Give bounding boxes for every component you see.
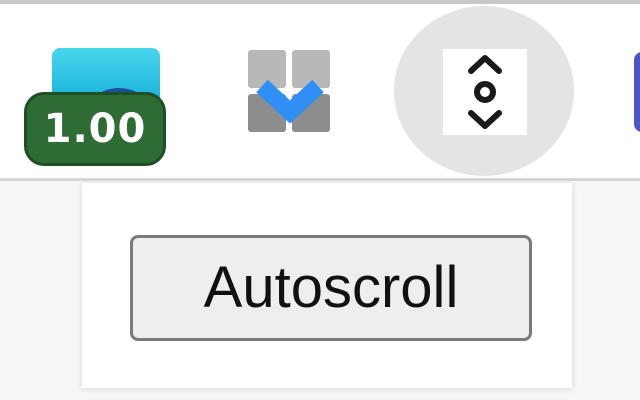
autoscroll-button[interactable]: Autoscroll: [130, 235, 532, 341]
extension-badge: 1.00: [24, 92, 166, 166]
autoscroll-icon: [468, 55, 502, 129]
autoscroll-extension-button[interactable]: [443, 49, 527, 135]
grid-extension-button[interactable]: [248, 50, 332, 134]
extension-popup: Autoscroll: [82, 183, 572, 388]
partial-extension-icon[interactable]: [634, 52, 640, 132]
chevron-down-icon: [256, 79, 324, 124]
teal-extension-button[interactable]: 1.00: [22, 40, 172, 172]
